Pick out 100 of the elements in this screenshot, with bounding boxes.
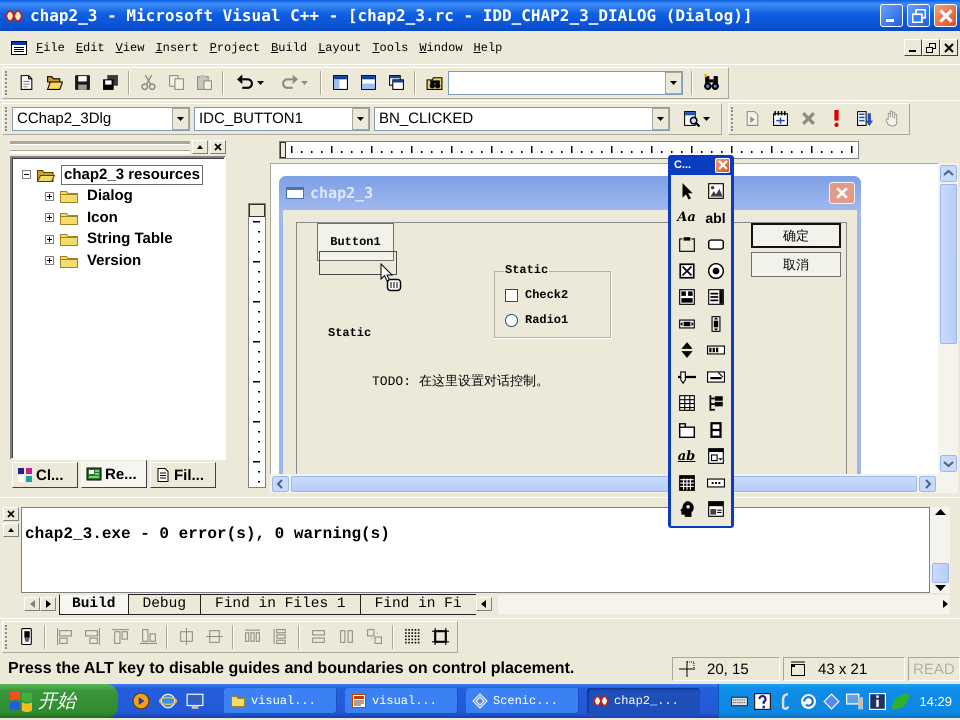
- close-panel-button[interactable]: [3, 507, 19, 521]
- close-icon: [214, 143, 222, 151]
- info-icon[interactable]: [869, 692, 886, 710]
- checkbox[interactable]: Check2: [505, 288, 595, 302]
- toolbar-grip[interactable]: [5, 106, 9, 130]
- menu-item[interactable]: Tools: [368, 38, 412, 58]
- menu-item[interactable]: Project: [206, 38, 264, 58]
- output-line: chap2_3.exe - 0 error(s), 0 warning(s): [25, 525, 391, 543]
- mdi-restore-button[interactable]: [922, 39, 940, 56]
- class-combo[interactable]: CChap2_3Dlg: [12, 106, 190, 130]
- scrollbar-thumb[interactable]: [940, 184, 956, 344]
- close-button[interactable]: [934, 4, 957, 27]
- scroll-up-icon: [934, 509, 946, 515]
- tab-scroll-right-button[interactable]: [40, 597, 56, 611]
- expand-toggle[interactable]: [45, 256, 54, 266]
- window-icon: [286, 185, 304, 201]
- left-triangle-icon: [481, 600, 486, 608]
- vertical-scrollbar[interactable]: [938, 163, 958, 474]
- diamond-icon[interactable]: [823, 692, 840, 710]
- mdi-minimize-button[interactable]: [904, 39, 922, 56]
- minimize-icon: [886, 18, 894, 22]
- tree-item[interactable]: String Table: [84, 229, 176, 250]
- output-tab[interactable]: Find in Fi: [360, 594, 476, 614]
- radio-button[interactable]: Radio1: [505, 313, 595, 327]
- dock-button[interactable]: [192, 140, 208, 154]
- output-tab[interactable]: Debug: [128, 594, 200, 614]
- collapse-toggle[interactable]: [22, 170, 31, 180]
- dialog-button[interactable]: Button1: [317, 223, 394, 261]
- workspace-tab[interactable]: Re...: [81, 460, 147, 488]
- horizontal-scrollbar[interactable]: [498, 594, 950, 614]
- taskbar-button[interactable]: visual...: [345, 688, 458, 714]
- menu-item[interactable]: Insert: [151, 38, 203, 58]
- document-icon: [351, 693, 367, 709]
- align-bottom-icon: [140, 628, 156, 645]
- toolbox-close-button[interactable]: [715, 158, 730, 172]
- menu-item[interactable]: Window: [415, 38, 467, 58]
- exclamation-icon: [834, 110, 838, 127]
- status-indicator: READ: [908, 657, 960, 681]
- menu-item[interactable]: File: [32, 38, 69, 58]
- scissors-icon: [140, 74, 156, 91]
- horizontal-scrollbar[interactable]: [270, 474, 958, 493]
- start-button[interactable]: 开始: [0, 684, 118, 718]
- toolbar-grip[interactable]: [5, 70, 9, 94]
- minimize-icon: [908, 50, 916, 52]
- close-panel-button[interactable]: [210, 140, 226, 154]
- tree-item[interactable]: chap2_3 resources: [61, 164, 203, 185]
- play-circle-icon[interactable]: [132, 692, 150, 710]
- dialog-button[interactable]: 取消: [751, 252, 841, 277]
- tree-item[interactable]: Version: [84, 250, 144, 271]
- tree-item[interactable]: Icon: [84, 208, 121, 228]
- folder-icon: [59, 231, 79, 248]
- restore-button[interactable]: [907, 4, 930, 27]
- scroll-right-icon: [919, 476, 936, 492]
- output-tab[interactable]: Build: [59, 594, 128, 614]
- menu-item[interactable]: Build: [267, 38, 312, 58]
- expand-toggle[interactable]: [45, 213, 54, 222]
- head-silhouette-icon: [678, 500, 696, 518]
- computer-icon[interactable]: [846, 692, 864, 710]
- help-icon[interactable]: [754, 692, 772, 710]
- workspace-tab[interactable]: Fil...: [150, 462, 216, 488]
- picture-list-icon: [706, 500, 724, 518]
- same-height-icon: [338, 628, 354, 645]
- document-lines-icon: [155, 467, 171, 483]
- crosshair-icon: [679, 661, 695, 677]
- taskbar-button[interactable]: Scenic...: [466, 688, 579, 714]
- dialog-button[interactable]: 确定: [751, 223, 841, 248]
- toolbar-grip[interactable]: [5, 624, 9, 648]
- workspace-tab[interactable]: Cl...: [12, 462, 78, 488]
- expand-toggle[interactable]: [45, 234, 54, 244]
- taskbar-button[interactable]: visual...: [224, 688, 337, 714]
- toolbar-grip[interactable]: [731, 106, 735, 130]
- close-icon: [944, 42, 954, 52]
- scroll-down-icon: [934, 585, 946, 591]
- member-combo[interactable]: BN_CLICKED: [374, 106, 670, 130]
- minimize-button[interactable]: [880, 4, 903, 27]
- output-tab[interactable]: Find in Files 1: [200, 594, 360, 614]
- rich-edit-tool[interactable]: ab: [672, 443, 701, 470]
- vertical-scrollbar[interactable]: [930, 507, 950, 593]
- static-text-tool[interactable]: Aa: [672, 204, 701, 231]
- scroll-left-icon: [272, 476, 289, 492]
- diamond-icon: [472, 693, 488, 709]
- tab-scroll-left-button[interactable]: [24, 597, 40, 611]
- expand-toggle[interactable]: [45, 192, 54, 201]
- mdi-close-button[interactable]: [940, 39, 958, 56]
- monitor-icon[interactable]: [186, 692, 204, 710]
- tab-scroll-button[interactable]: [476, 597, 492, 611]
- menu-item[interactable]: View: [112, 38, 148, 58]
- scrollbar-thumb[interactable]: [932, 563, 948, 583]
- menu-item[interactable]: Help: [470, 38, 506, 58]
- small-caret-icon: [197, 145, 203, 149]
- taskbar-button[interactable]: chap2_...: [587, 688, 700, 714]
- edit-tool[interactable]: abl: [701, 204, 730, 231]
- refresh-icon[interactable]: [800, 692, 818, 710]
- tree-item[interactable]: Dialog: [84, 186, 136, 206]
- dock-button[interactable]: [3, 523, 19, 537]
- list-box-icon: [706, 288, 724, 306]
- menu-item[interactable]: Layout: [314, 38, 366, 58]
- filter-combo[interactable]: IDC_BUTTON1: [194, 106, 370, 130]
- globe-icon[interactable]: [159, 692, 177, 710]
- menu-item[interactable]: Edit: [72, 38, 109, 58]
